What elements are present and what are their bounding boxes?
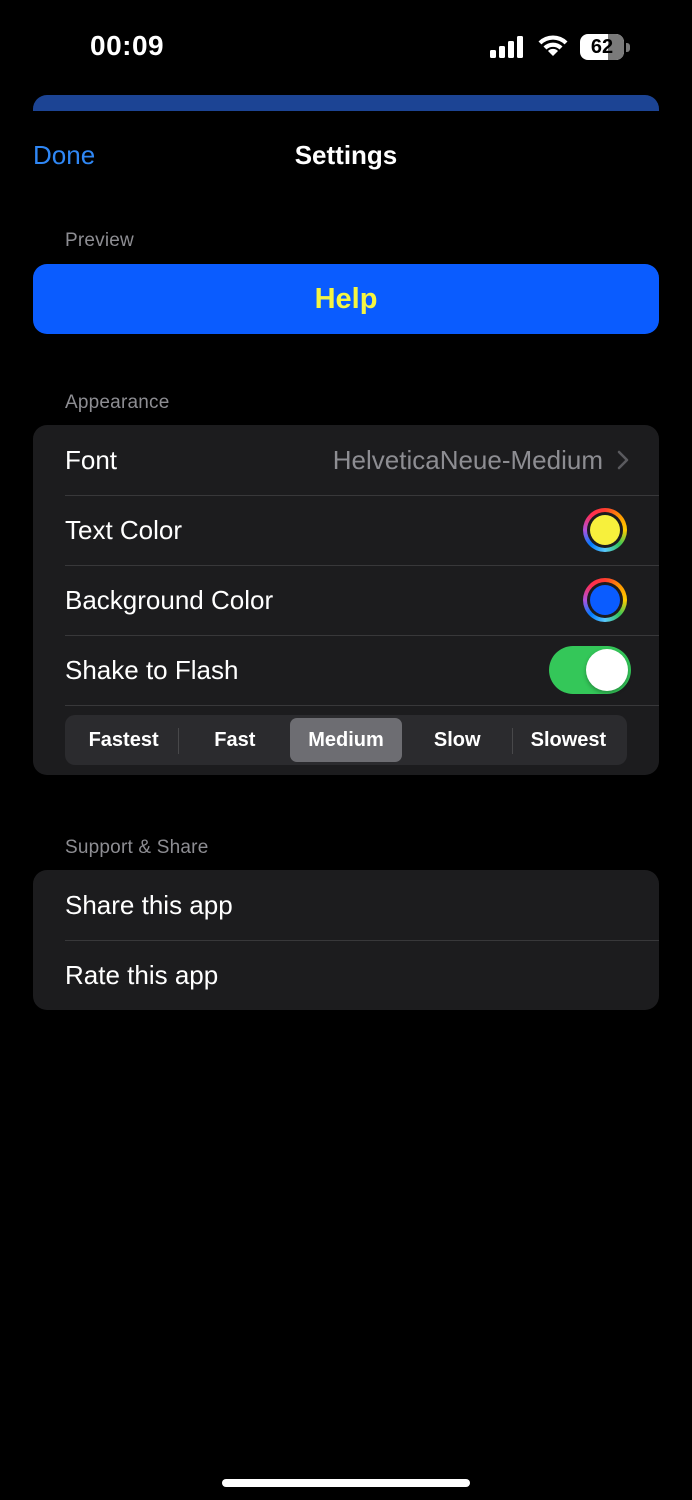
appearance-section-header: Appearance <box>65 392 170 413</box>
wifi-icon <box>538 35 568 56</box>
background-color-label: Background Color <box>65 584 274 615</box>
shake-to-flash-toggle[interactable] <box>549 646 631 694</box>
text-color-well[interactable] <box>583 508 627 552</box>
preview-section-header: Preview <box>65 230 134 251</box>
support-section-header: Support & Share <box>65 837 209 858</box>
font-row[interactable]: Font HelveticaNeue-Medium <box>33 425 659 495</box>
battery-icon: 62 <box>580 34 630 60</box>
preview-text: Help <box>314 282 378 315</box>
segment-slowest[interactable]: Slowest <box>513 718 624 762</box>
flash-speed-row: Fastest Fast Medium Slow Slowest <box>33 705 659 775</box>
flash-speed-segmented-control: Fastest Fast Medium Slow Slowest <box>65 715 627 765</box>
rate-app-label: Rate this app <box>65 959 219 990</box>
background-color-well[interactable] <box>583 578 627 622</box>
text-color-swatch <box>590 515 620 545</box>
rate-app-row[interactable]: Rate this app <box>33 940 659 1010</box>
preview-banner: Help <box>33 264 659 334</box>
shake-to-flash-label: Shake to Flash <box>65 654 239 685</box>
text-color-label: Text Color <box>65 514 183 545</box>
background-color-swatch <box>590 585 620 615</box>
font-value: HelveticaNeue-Medium <box>332 444 603 475</box>
support-group: Share this app Rate this app <box>33 870 659 1010</box>
text-color-row: Text Color <box>33 495 659 565</box>
sheet-background-strip <box>33 95 659 111</box>
cellular-signal-icon <box>490 36 523 58</box>
shake-to-flash-row: Shake to Flash <box>33 635 659 705</box>
segment-slow[interactable]: Slow <box>402 718 514 762</box>
segment-medium[interactable]: Medium <box>290 718 402 762</box>
page-title: Settings <box>294 140 398 170</box>
status-bar: 00:09 62 <box>0 0 692 95</box>
toggle-knob <box>586 649 628 691</box>
done-button[interactable]: Done <box>33 140 95 171</box>
home-indicator[interactable] <box>222 1479 470 1487</box>
segment-fast[interactable]: Fast <box>179 718 290 762</box>
battery-level: 62 <box>590 36 614 58</box>
background-color-row: Background Color <box>33 565 659 635</box>
segment-fastest[interactable]: Fastest <box>68 718 180 762</box>
share-app-row[interactable]: Share this app <box>33 870 659 940</box>
appearance-group: Font HelveticaNeue-Medium Text Color Bac… <box>33 425 659 775</box>
chevron-right-icon <box>617 450 629 470</box>
status-time: 00:09 <box>90 30 165 61</box>
share-app-label: Share this app <box>65 889 233 920</box>
font-label: Font <box>65 444 118 475</box>
